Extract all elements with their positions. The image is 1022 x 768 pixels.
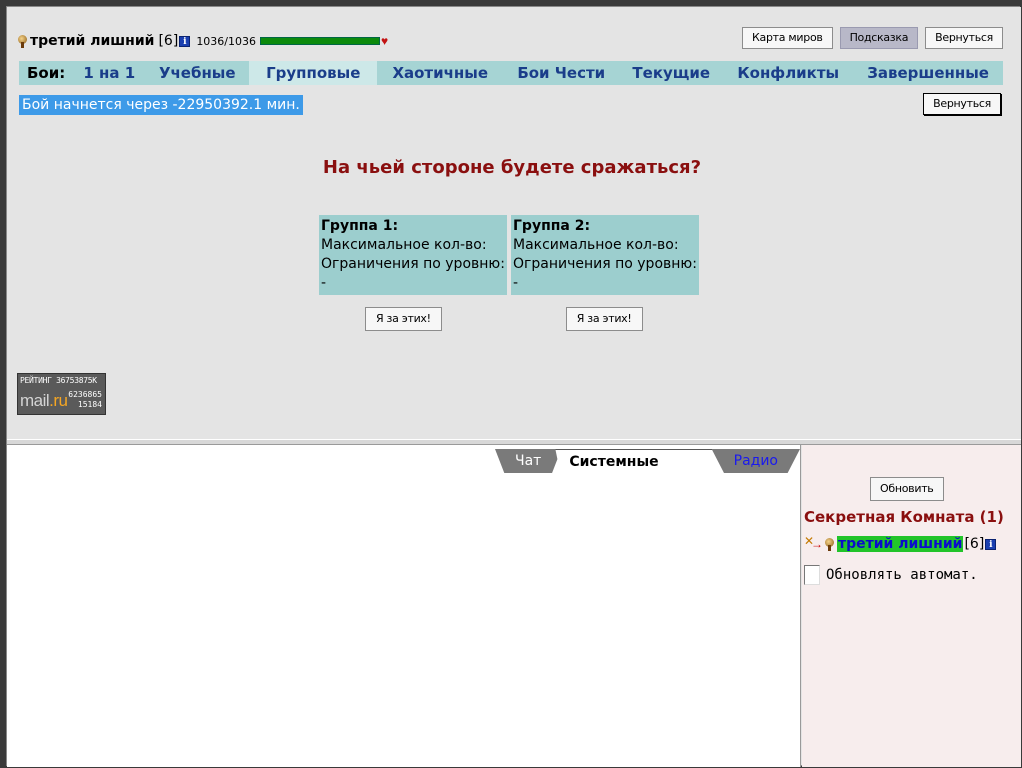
group-max: Максимальное кол-во: <box>513 237 679 253</box>
group-max: Максимальное кол-во: <box>321 237 487 253</box>
info-icon[interactable]: i <box>179 35 191 47</box>
hp-text: 1036/1036 <box>196 34 257 48</box>
user-level: [6] <box>964 536 985 552</box>
tab-training[interactable]: Учебные <box>145 61 249 85</box>
tab-group[interactable]: Групповые <box>249 61 378 85</box>
tab-chaotic[interactable]: Хаотичные <box>377 61 503 85</box>
world-map-button[interactable]: Карта миров <box>742 27 833 49</box>
group-title: Группа 2: <box>513 218 591 234</box>
user-name[interactable]: третий лишний <box>837 536 964 552</box>
group-1: Группа 1: Максимальное кол-во: Ограничен… <box>319 215 507 295</box>
logo-ru: .ru <box>49 391 68 410</box>
counter-rating: РЕЙТИНГ 36753875K <box>20 376 97 385</box>
group-2: Группа 2: Максимальное кол-во: Ограничен… <box>511 215 699 295</box>
room-pane: Обновить Секретная Комната (1) третий ли… <box>802 445 1021 767</box>
tab-chat[interactable]: Чат <box>495 449 562 473</box>
auto-refresh-row: Обновлять автомат. <box>804 565 978 585</box>
tab-radio[interactable]: Радио <box>711 449 800 473</box>
user-row: третий лишний [6] i <box>804 534 997 553</box>
join-group-2-button[interactable]: Я за этих! <box>565 307 643 331</box>
chat-pane: Чат Системные сообщения Радио <box>7 445 801 767</box>
top-buttons: Карта миров Подсказка Вернуться <box>742 27 1003 49</box>
auto-refresh-label: Обновлять автомат. <box>826 567 978 583</box>
back-button-secondary[interactable]: Вернуться <box>923 93 1001 115</box>
logo-mail: mail <box>20 391 50 410</box>
hint-button[interactable]: Подсказка <box>839 27 919 49</box>
character-line: третий лишний [6] i 1036/1036 ♥ <box>17 33 388 49</box>
tabs-label: Бои: <box>27 64 66 82</box>
alignment-icon <box>17 34 28 48</box>
group-title: Группа 1: <box>321 218 399 234</box>
join-buttons: Я за этих! Я за этих! <box>365 307 643 331</box>
info-icon[interactable]: i <box>985 538 997 550</box>
hp-bar <box>260 37 381 45</box>
tab-1v1[interactable]: 1 на 1 <box>73 61 145 85</box>
battle-pane: третий лишний [6] i 1036/1036 ♥ Карта ми… <box>7 7 1021 439</box>
battle-type-tabs: Бои: 1 на 1 Учебные Групповые Хаотичные … <box>19 61 1003 85</box>
groups: Группа 1: Максимальное кол-во: Ограничен… <box>319 215 699 295</box>
mailru-logo: mail.ru <box>20 391 68 411</box>
counter-n1: 6236865 <box>68 390 102 399</box>
tab-current[interactable]: Текущие <box>619 61 723 85</box>
back-button[interactable]: Вернуться <box>925 27 1003 49</box>
join-group-1-button[interactable]: Я за этих! <box>365 307 442 331</box>
tab-finished[interactable]: Завершенные <box>853 61 1003 85</box>
tab-system-messages[interactable]: Системные сообщения <box>555 449 718 473</box>
group-level-limit: Ограничения по уровню: - <box>513 256 697 291</box>
chat-tabs: Чат Системные сообщения Радио <box>495 449 800 473</box>
heart-icon: ♥ <box>381 34 389 48</box>
tab-honor[interactable]: Бои Чести <box>503 61 619 85</box>
group-level-limit: Ограничения по уровню: - <box>321 256 505 291</box>
game-window: третий лишний [6] i 1036/1036 ♥ Карта ми… <box>6 6 1021 767</box>
side-question: На чьей стороне будете сражаться? <box>322 157 702 178</box>
mailru-counter[interactable]: РЕЙТИНГ 36753875K mail.ru 6236865 15184 <box>17 373 106 415</box>
battle-timer: Бой начнется через -22950392.1 мин. <box>19 95 303 115</box>
counter-n2: 15184 <box>77 400 102 409</box>
auto-refresh-checkbox[interactable] <box>804 565 820 585</box>
room-title: Секретная Комната (1) <box>804 508 1004 526</box>
tab-conflicts[interactable]: Конфликты <box>723 61 853 85</box>
character-name[interactable]: третий лишний <box>30 33 154 49</box>
alignment-icon <box>824 537 835 551</box>
attack-icon[interactable] <box>804 534 824 552</box>
refresh-button[interactable]: Обновить <box>870 477 944 501</box>
character-level: [6] <box>158 33 179 49</box>
